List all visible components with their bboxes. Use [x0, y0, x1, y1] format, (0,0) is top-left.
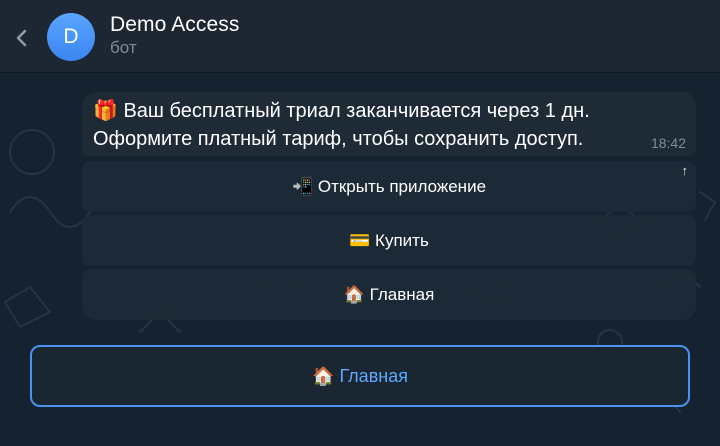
message-time: 18:42	[650, 135, 686, 151]
chevron-left-icon[interactable]	[10, 20, 32, 56]
message-text: 🎁 Ваш бесплатный триал заканчивается чер…	[93, 100, 590, 150]
buy-button[interactable]: 💳 Купить	[82, 215, 696, 266]
home-reply-label: 🏠 Главная	[312, 365, 408, 386]
open-app-button[interactable]: 📲 Открыть приложение ↑	[82, 161, 696, 212]
chat-header: D Demo Access бот	[0, 0, 720, 73]
avatar[interactable]: D	[47, 13, 95, 61]
arrow-up-icon: ↑	[681, 163, 689, 178]
home-reply-button[interactable]: 🏠 Главная	[30, 345, 690, 407]
home-inline-label: 🏠 Главная	[343, 284, 435, 304]
message-bubble: 🎁 Ваш бесплатный триал заканчивается чер…	[82, 92, 696, 156]
chat-title[interactable]: Demo Access	[110, 13, 239, 37]
chat-subtitle: бот	[110, 38, 137, 57]
open-app-label: 📲 Открыть приложение	[291, 176, 487, 196]
home-inline-button[interactable]: 🏠 Главная	[82, 269, 696, 320]
buy-label: 💳 Купить	[349, 230, 429, 250]
